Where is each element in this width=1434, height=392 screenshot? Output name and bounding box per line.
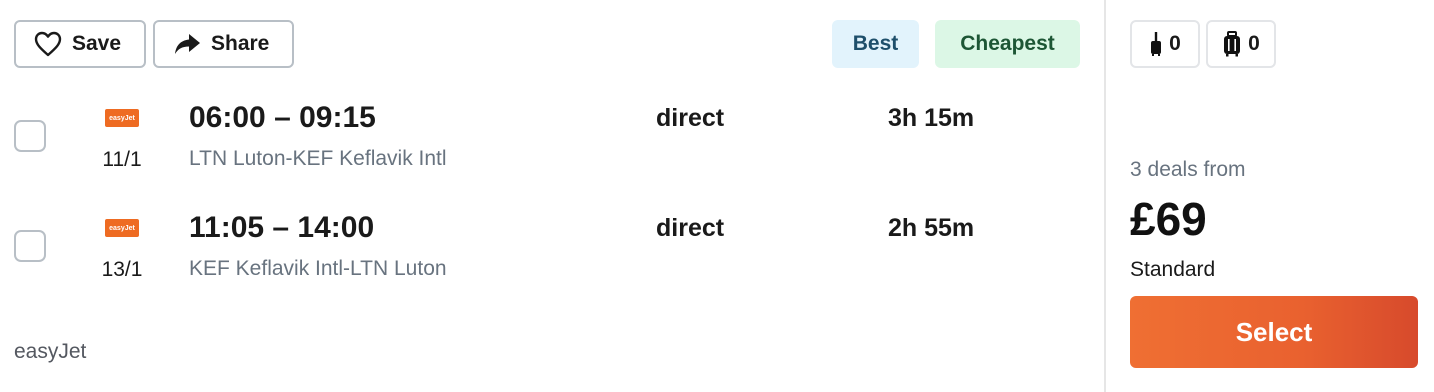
cheapest-tag: Cheapest bbox=[935, 20, 1080, 68]
return-leg: easyJet 13/1 11:05 – 14:00 KEF Keflavik … bbox=[0, 206, 1104, 296]
airline-logo: easyJet bbox=[105, 109, 139, 127]
cabin-bag-count-value: 0 bbox=[1169, 32, 1181, 55]
flight-result-card: Save Share Best Cheapest easyJet 11/1 06… bbox=[0, 0, 1104, 392]
leg-stops: direct bbox=[656, 104, 725, 132]
leg-route: LTN Luton-KEF Keflavik Intl bbox=[189, 147, 447, 170]
save-button[interactable]: Save bbox=[14, 20, 146, 68]
leg-duration: 2h 55m bbox=[888, 214, 975, 242]
cabin-bag-count[interactable]: 0 bbox=[1130, 20, 1200, 68]
leg-route: KEF Keflavik Intl-LTN Luton bbox=[189, 257, 447, 280]
airline-logo: easyJet bbox=[105, 219, 139, 237]
share-button[interactable]: Share bbox=[153, 20, 294, 68]
price: £69 bbox=[1130, 193, 1207, 245]
checked-bag-count[interactable]: 0 bbox=[1206, 20, 1276, 68]
outbound-leg: easyJet 11/1 06:00 – 09:15 LTN Luton-KEF… bbox=[0, 96, 1104, 186]
best-tag: Best bbox=[832, 20, 919, 68]
leg-date: 11/1 bbox=[102, 148, 142, 171]
return-leg-checkbox[interactable] bbox=[14, 230, 46, 262]
fare-type: Standard bbox=[1130, 258, 1216, 281]
deals-count: 3 deals from bbox=[1130, 158, 1246, 181]
save-label: Save bbox=[72, 32, 122, 55]
share-label: Share bbox=[211, 32, 270, 55]
checked-bag-count-value: 0 bbox=[1248, 32, 1260, 55]
leg-duration: 3h 15m bbox=[888, 104, 975, 132]
cabin-bag-icon bbox=[1151, 32, 1162, 56]
checked-bag-icon bbox=[1224, 31, 1241, 57]
leg-times: 06:00 – 09:15 bbox=[189, 101, 376, 134]
leg-stops: direct bbox=[656, 214, 725, 242]
share-arrow-icon bbox=[175, 34, 200, 54]
outbound-leg-checkbox[interactable] bbox=[14, 120, 46, 152]
price-panel: 0 0 3 deals from £69 Standard Select bbox=[1106, 0, 1434, 392]
carrier-name: easyJet bbox=[14, 340, 87, 363]
leg-date: 13/1 bbox=[101, 258, 143, 281]
select-button[interactable]: Select bbox=[1130, 296, 1418, 368]
leg-times: 11:05 – 14:00 bbox=[189, 211, 375, 244]
heart-outline-icon bbox=[34, 31, 62, 57]
